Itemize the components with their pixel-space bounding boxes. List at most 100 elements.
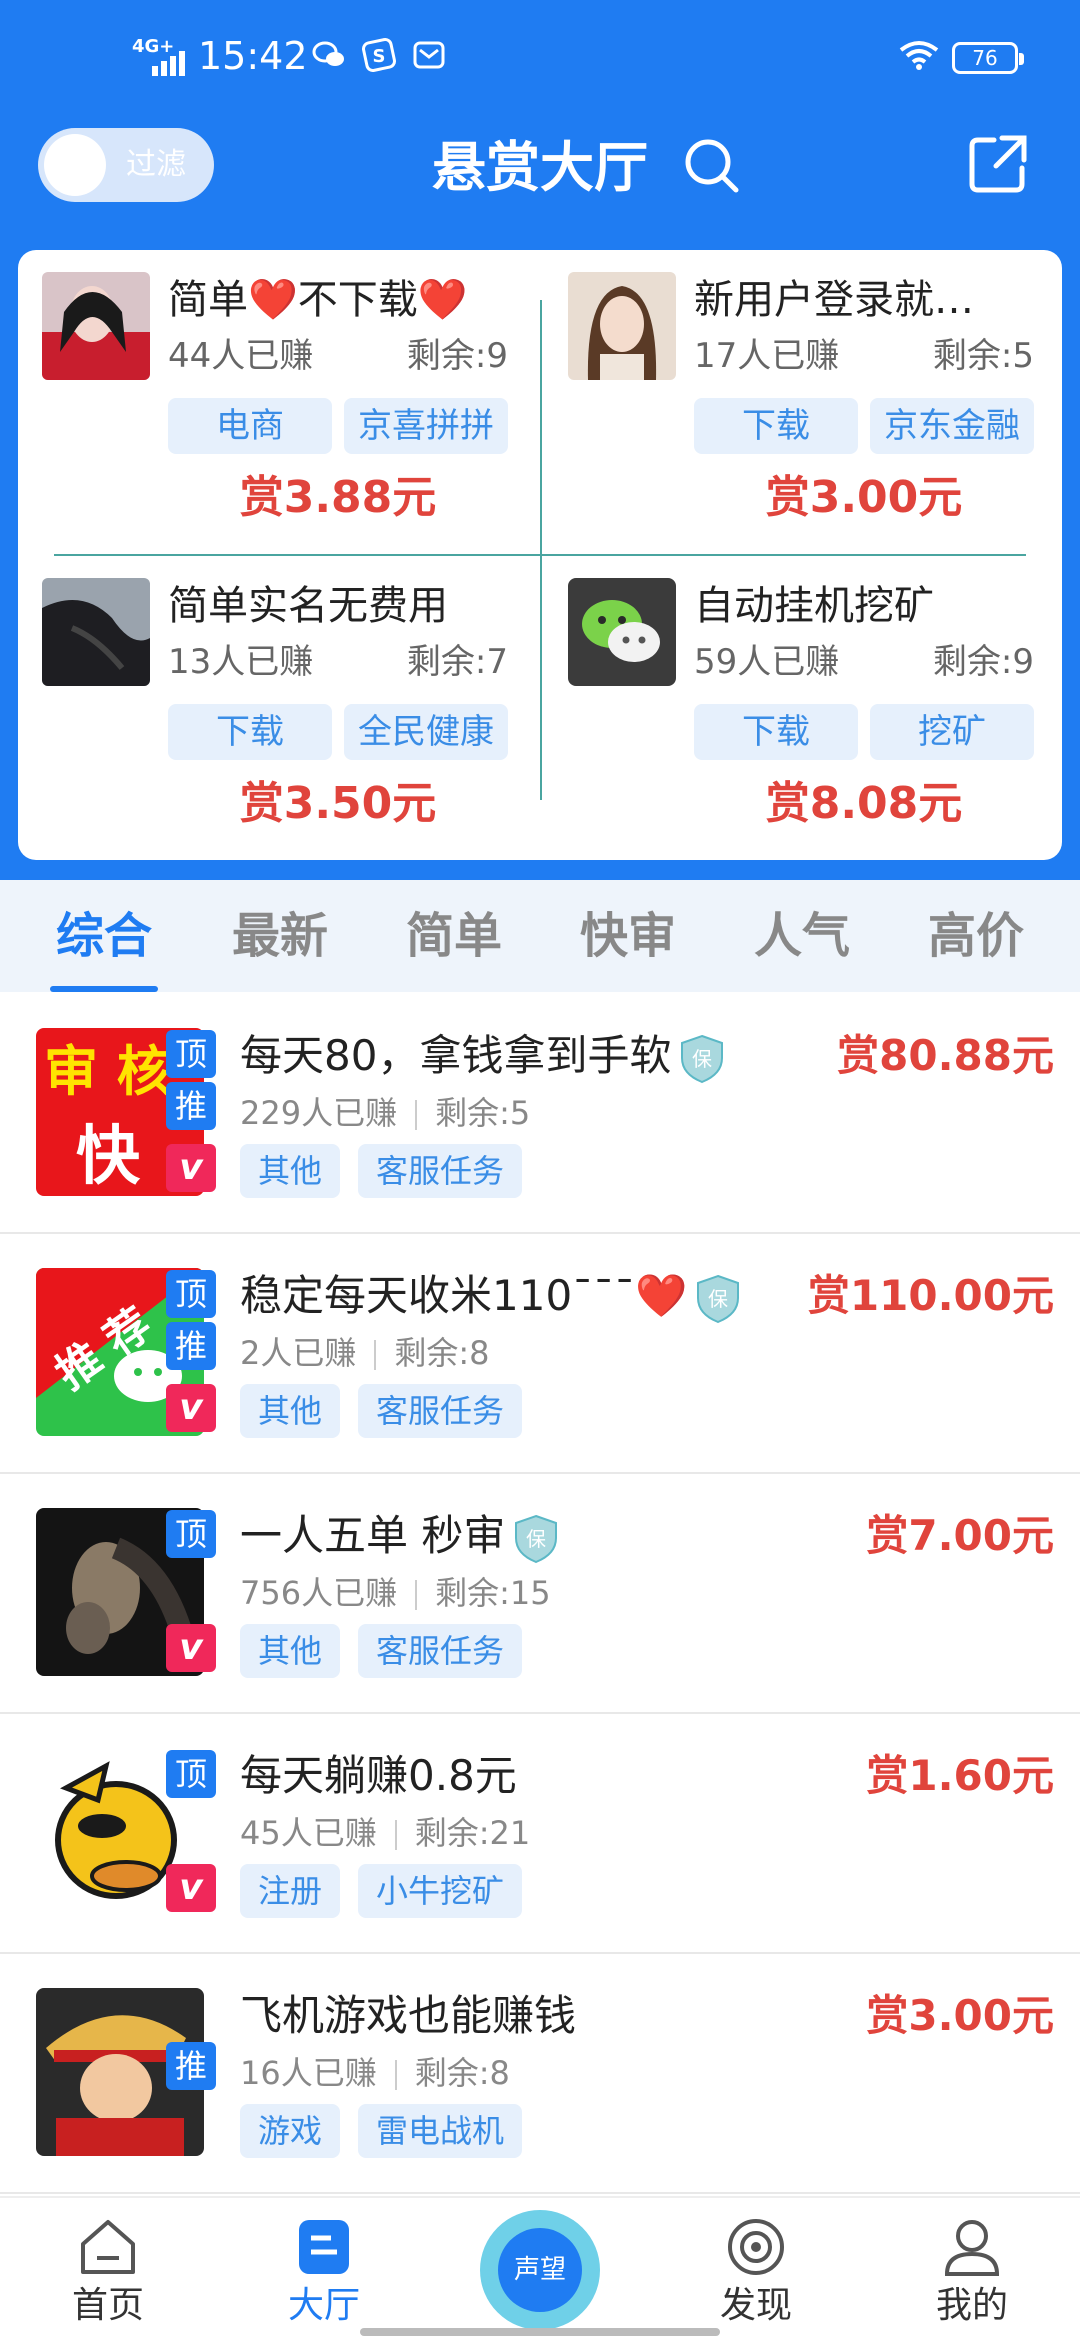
top-badge: 顶: [166, 1030, 216, 1078]
vip-badge: v: [166, 1624, 216, 1672]
task-title: 每天躺赚0.8元: [240, 1751, 517, 1800]
separator: [394, 1820, 397, 1850]
top-badge: 顶: [166, 1510, 216, 1558]
nav-label: 首页: [71, 2285, 144, 2326]
list-item[interactable]: 顶 v 一人五单 秒审保 756人已赚 剩余:15 其他 客服任务 赏7.00元: [0, 1472, 1080, 1714]
vip-badge: v: [166, 1864, 216, 1912]
signal-icon: [152, 51, 185, 76]
svg-text:快: 快: [76, 1120, 141, 1194]
page-title: 悬赏大厅: [432, 136, 648, 199]
tab-latest[interactable]: 最新: [222, 880, 338, 992]
tab-simple[interactable]: 简单: [396, 880, 512, 992]
divider: [540, 300, 542, 800]
remaining-count: 剩余:9: [406, 336, 508, 376]
tab-comprehensive[interactable]: 综合: [50, 880, 158, 992]
task-tag: 注册: [240, 1864, 341, 1918]
recommend-badge: 推: [166, 2042, 216, 2090]
featured-task[interactable]: 简单实名无费用 13人已赚 剩余:7 下载 全民健康 赏3.50元: [18, 556, 508, 846]
nav-label: 大厅: [287, 2285, 360, 2326]
reputation-button[interactable]: 声望: [480, 2210, 600, 2330]
task-tag: 其他: [240, 1384, 341, 1438]
separator: [394, 2060, 397, 2090]
remaining-count: 剩余:8: [394, 1334, 490, 1372]
tab-high-price[interactable]: 高价: [918, 880, 1034, 992]
earned-count: 756人已赚: [240, 1574, 398, 1612]
remaining-count: 剩余:15: [435, 1574, 551, 1612]
earned-count: 2人已赚: [240, 1334, 357, 1372]
top-badge: 顶: [166, 1270, 216, 1318]
avatar: [42, 272, 150, 380]
list-item[interactable]: 推 飞机游戏也能赚钱 16人已赚 剩余:8 游戏 雷电战机 赏3.00元: [0, 1952, 1080, 2194]
featured-task[interactable]: 简单❤️不下载❤️ 44人已赚 剩余:9 电商 京喜拼拼 赏3.88元: [18, 250, 508, 540]
remaining-count: 剩余:7: [406, 642, 508, 682]
task-title: 简单实名无费用: [168, 583, 448, 629]
tab-fast-review[interactable]: 快审: [570, 880, 686, 992]
earned-count: 16人已赚: [240, 2054, 377, 2092]
remaining-count: 剩余:5: [932, 336, 1034, 376]
reward-amount: 赏8.08元: [765, 778, 963, 829]
s-app-notification-icon: S: [362, 38, 396, 72]
share-icon[interactable]: [966, 132, 1030, 196]
earned-count: 17人已赚: [694, 336, 840, 376]
search-icon[interactable]: [682, 136, 742, 196]
task-tag: 小牛挖矿: [358, 1864, 523, 1918]
tab-label: 综合: [55, 908, 152, 964]
reward-amount: 赏3.00元: [765, 472, 963, 523]
task-tag: 其他: [240, 1144, 341, 1198]
wechat-logo-icon: [568, 578, 676, 686]
list-item[interactable]: 顶 v 每天躺赚0.8元 45人已赚 剩余:21 注册 小牛挖矿 赏1.60元: [0, 1712, 1080, 1954]
task-title: 飞机游戏也能赚钱: [240, 1991, 577, 2040]
avatar: [568, 272, 676, 380]
featured-task[interactable]: 自动挂机挖矿 59人已赚 剩余:9 下载 挖矿 赏8.08元: [544, 556, 1034, 846]
guarantee-shield-icon: 保: [681, 1034, 724, 1083]
earned-count: 45人已赚: [240, 1814, 377, 1852]
task-tag: 游戏: [240, 2104, 341, 2158]
recommend-badge: 推: [166, 1322, 216, 1370]
featured-card: 简单❤️不下载❤️ 44人已赚 剩余:9 电商 京喜拼拼 赏3.88元 新用户登…: [18, 250, 1062, 860]
list-item[interactable]: 推 荐 顶 推 v 稳定每天收米110ˉˉˉ❤️ 保 2人已赚 剩余:8 其他 客服…: [0, 1232, 1080, 1474]
nav-hall[interactable]: 大厅: [254, 2208, 394, 2338]
clock: 15:42: [198, 34, 308, 78]
status-bar: 4G+ 15:42 S 76: [0, 0, 1080, 120]
avatar: [42, 578, 150, 686]
nav-label: 我的: [935, 2285, 1008, 2326]
wechat-notification-icon: [312, 41, 344, 66]
separator: [374, 1340, 377, 1370]
svg-text:保: 保: [526, 1527, 546, 1551]
nav-mine[interactable]: 我的: [902, 2208, 1042, 2338]
svg-text:S: S: [373, 46, 386, 67]
svg-text:保: 保: [692, 1047, 712, 1071]
task-tag: 全民健康: [344, 704, 508, 760]
vip-badge: v: [166, 1384, 216, 1432]
earned-count: 44人已赚: [168, 336, 314, 376]
task-tag: 客服任务: [358, 1144, 523, 1198]
separator: [415, 1100, 418, 1130]
discover-icon: [728, 2219, 784, 2275]
task-tag: 下载: [694, 704, 858, 760]
home-indicator: [360, 2328, 720, 2336]
top-badge: 顶: [166, 1750, 216, 1798]
nav-label: 发现: [719, 2285, 792, 2326]
task-tag: 京东金融: [870, 398, 1034, 454]
reward-amount: 赏80.88元: [837, 1031, 1054, 1080]
nav-home[interactable]: 首页: [38, 2208, 178, 2338]
earned-count: 229人已赚: [240, 1094, 398, 1132]
list-item[interactable]: 审 核 快 顶 推 v 每天80，拿钱拿到手软保 229人已赚 剩余:5 其他 客…: [0, 992, 1080, 1234]
guarantee-shield-icon: 保: [515, 1514, 558, 1563]
battery-indicator: 76: [952, 42, 1024, 74]
tab-popular[interactable]: 人气: [744, 880, 860, 992]
reward-amount: 赏7.00元: [866, 1511, 1054, 1560]
task-title: 简单❤️不下载❤️: [168, 277, 468, 323]
home-icon: [81, 2220, 135, 2274]
task-tag: 雷电战机: [358, 2104, 523, 2158]
nav-discover[interactable]: 发现: [686, 2208, 826, 2338]
task-title: 稳定每天收米110ˉˉˉ❤️: [240, 1271, 688, 1320]
task-tag: 下载: [168, 704, 332, 760]
task-tag: 其他: [240, 1624, 341, 1678]
featured-task[interactable]: 新用户登录就… 17人已赚 剩余:5 下载 京东金融 赏3.00元: [544, 250, 1034, 540]
task-title: 自动挂机挖矿: [694, 583, 934, 629]
reward-amount: 赏3.88元: [239, 472, 437, 523]
reputation-label: 声望: [498, 2228, 582, 2312]
reward-amount: 赏110.00元: [807, 1271, 1054, 1320]
profile-icon: [944, 2220, 1000, 2276]
